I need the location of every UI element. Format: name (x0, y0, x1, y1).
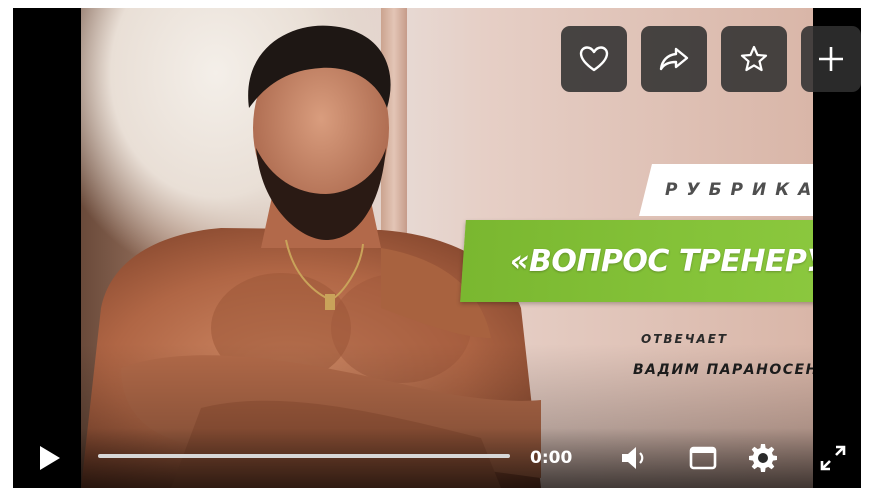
star-icon (740, 45, 768, 72)
miniplayer-icon (689, 446, 717, 470)
share-button[interactable] (641, 26, 707, 92)
overlay-actions (561, 26, 861, 92)
fullscreen-button[interactable] (816, 441, 850, 475)
video-title: «ВОПРОС ТРЕНЕРУ» (509, 244, 813, 279)
fullscreen-icon (820, 445, 846, 471)
play-icon[interactable] (34, 440, 64, 476)
heart-icon (579, 46, 609, 72)
settings-gear-icon (749, 444, 777, 472)
control-bar (13, 428, 861, 488)
coach-name: ВАДИМ ПАРАНОСЕНКОВ (633, 362, 813, 378)
share-arrow-icon (659, 47, 689, 71)
video-player[interactable]: РУБРИКА «ВОПРОС ТРЕНЕРУ» ОТВЕЧАЕТ ВАДИМ … (13, 8, 861, 488)
answers-label: ОТВЕЧАЕТ (641, 332, 729, 346)
favorite-button[interactable] (721, 26, 787, 92)
miniplayer-button[interactable] (686, 441, 720, 475)
progress-bar[interactable] (98, 454, 510, 458)
add-button[interactable] (801, 26, 861, 92)
plus-icon (819, 47, 843, 71)
like-button[interactable] (561, 26, 627, 92)
volume-button[interactable] (618, 441, 652, 475)
volume-icon (622, 447, 644, 469)
settings-button[interactable] (746, 441, 780, 475)
rubric-label: РУБРИКА (665, 180, 813, 200)
time-display: 0:00 (530, 448, 573, 468)
